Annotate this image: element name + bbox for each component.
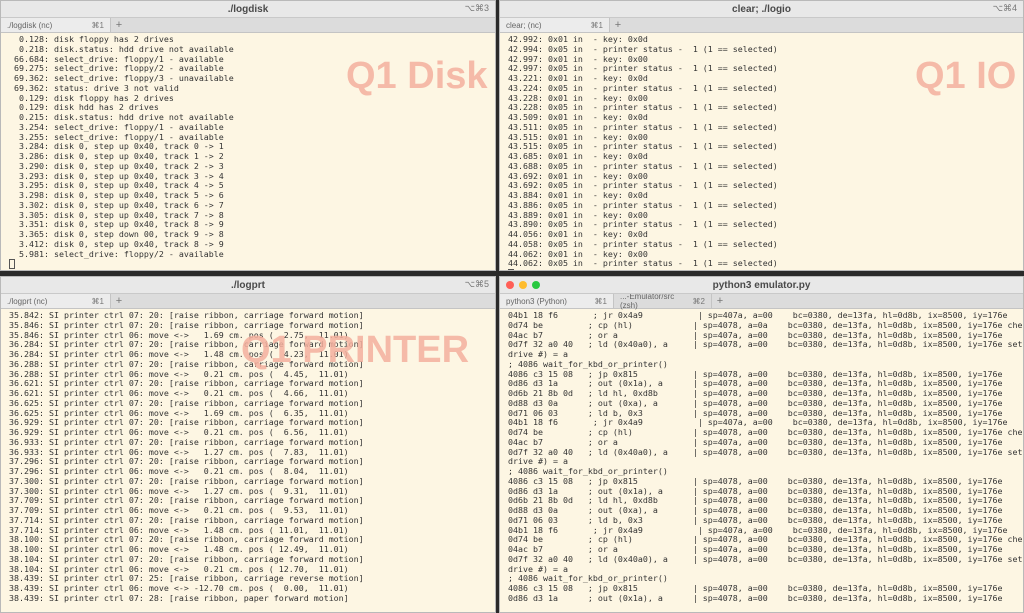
tab-zsh[interactable]: ...-Emulator/src (zsh) ⌘2 — [614, 292, 712, 310]
output-line: 0d7f 32 a0 40 ; ld (0x40a0), a | sp=4078… — [508, 553, 1024, 564]
logio-output[interactable]: 42.992: 0x01 in - key: 0x0d 42.994: 0x05 … — [500, 33, 1023, 270]
output-line: 0d7f 32 a0 40 ; ld (0x40a0), a | sp=4078… — [508, 446, 1024, 457]
minimize-button[interactable] — [519, 281, 527, 289]
logio-tab[interactable]: clear; (nc) ⌘1 — [500, 18, 610, 32]
logio-shortcut: ⌥⌘4 — [992, 3, 1017, 13]
logdisk-titlebar[interactable]: ./logdisk ⌥⌘3 — [1, 1, 495, 18]
emulator-tabbar: python3 (Python) ⌘1 ...-Emulator/src (zs… — [500, 292, 1023, 310]
logio-titlebar[interactable]: clear; ./logio ⌥⌘4 — [500, 1, 1023, 18]
emulator-titlebar[interactable]: python3 emulator.py — [500, 277, 1023, 294]
emulator-output[interactable]: 04b1 18 f6 ; jr 0x4a9 | sp=407a, a=00 bc… — [500, 309, 1023, 604]
tab-python3-label: python3 (Python) — [506, 296, 567, 306]
logio-window[interactable]: clear; ./logio ⌥⌘4 clear; (nc) ⌘1 + 42.9… — [499, 0, 1024, 271]
new-tab-button[interactable]: + — [111, 18, 127, 32]
prompt-line[interactable] — [508, 269, 1019, 270]
logdisk-shortcut: ⌥⌘3 — [464, 3, 489, 13]
logio-tab-shortcut: ⌘1 — [590, 20, 603, 30]
logdisk-window[interactable]: ./logdisk ⌥⌘3 ./logdisk (nc) ⌘1 + 0.128:… — [0, 0, 496, 271]
logprt-tab[interactable]: ./logprt (nc) ⌘1 — [1, 294, 111, 308]
prompt-line[interactable] — [9, 259, 491, 270]
emulator-title: python3 emulator.py — [712, 279, 811, 291]
logprt-output[interactable]: 35.842: SI printer ctrl 07: 20: [raise r… — [1, 309, 495, 604]
new-tab-button[interactable]: + — [610, 18, 626, 32]
emulator-window[interactable]: python3 emulator.py python3 (Python) ⌘1 … — [499, 276, 1024, 613]
logprt-window[interactable]: ./logprt ⌥⌘5 ./logprt (nc) ⌘1 + 35.842: … — [0, 276, 496, 613]
cursor-block — [508, 269, 514, 270]
logdisk-tab-label: ./logdisk (nc) — [7, 20, 53, 30]
tab-zsh-shortcut: ⌘2 — [692, 296, 705, 306]
logdisk-title: ./logdisk — [227, 3, 269, 15]
logdisk-tabbar: ./logdisk (nc) ⌘1 + — [1, 18, 495, 33]
logprt-tab-shortcut: ⌘1 — [91, 296, 104, 306]
logio-tabbar: clear; (nc) ⌘1 + — [500, 18, 1023, 33]
logprt-tabbar: ./logprt (nc) ⌘1 + — [1, 294, 495, 309]
output-line: 38.439: SI printer ctrl 07: 28: [raise r… — [9, 592, 349, 603]
logprt-shortcut: ⌥⌘5 — [464, 279, 489, 289]
logio-title: clear; ./logio — [732, 3, 791, 15]
logdisk-tab[interactable]: ./logdisk (nc) ⌘1 — [1, 18, 111, 32]
cursor-block — [9, 259, 15, 270]
tab-zsh-label: ...-Emulator/src (zsh) — [620, 292, 675, 310]
output-line: 5.981: select_drive: floppy/2 - availabl… — [9, 248, 224, 259]
output-line: 0d86 d3 1a ; out (0x1a), a | sp=4078, a=… — [508, 592, 1003, 603]
new-tab-button[interactable]: + — [111, 294, 127, 308]
logprt-title: ./logprt — [231, 279, 265, 291]
output-line: 0d7f 32 a0 40 ; ld (0x40a0), a | sp=4078… — [508, 339, 1024, 350]
new-tab-button[interactable]: + — [712, 294, 728, 308]
logprt-titlebar[interactable]: ./logprt ⌥⌘5 — [1, 277, 495, 294]
tab-python3[interactable]: python3 (Python) ⌘1 — [500, 294, 614, 308]
logdisk-output[interactable]: 0.128: disk floppy has 2 drives 0.218: d… — [1, 33, 495, 270]
tab-python3-shortcut: ⌘1 — [594, 296, 607, 306]
close-button[interactable] — [506, 281, 514, 289]
logdisk-tab-shortcut: ⌘1 — [91, 20, 104, 30]
output-line: 44.062: 0x05 in - printer status - 1 (1 … — [508, 258, 778, 269]
zoom-button[interactable] — [532, 281, 540, 289]
logprt-tab-label: ./logprt (nc) — [7, 296, 48, 306]
window-controls — [506, 281, 540, 289]
logio-tab-label: clear; (nc) — [506, 20, 542, 30]
